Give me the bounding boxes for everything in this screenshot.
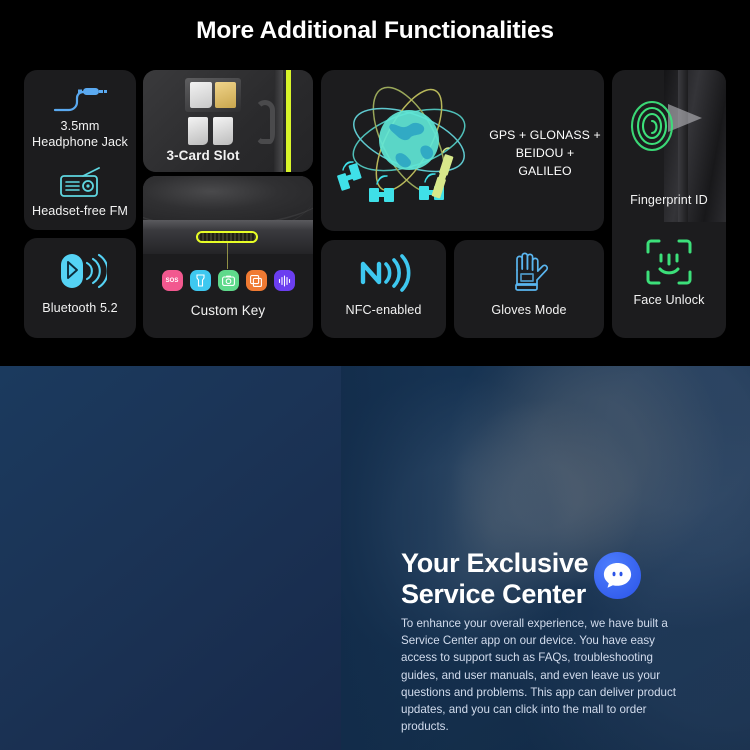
gps-label: GPS + GLONASS + BEIDOU + GALILEO: [489, 126, 601, 180]
fingerprint-icon: [616, 96, 688, 152]
headphone-jack-label-line1: 3.5mm: [60, 119, 100, 133]
sound-recorder-icon[interactable]: [273, 270, 295, 291]
sim-card-tray-icon: [185, 78, 241, 112]
glove-icon: [454, 250, 604, 294]
page-title: More Additional Functionalities: [196, 17, 554, 44]
fm-label: Headset-free FM: [32, 204, 128, 218]
custom-key-icon-row: SOS: [143, 270, 313, 291]
custom-key-button-highlight: [196, 231, 258, 243]
tile-biometrics[interactable]: Fingerprint ID Face Unlock: [612, 70, 726, 338]
tile-gps[interactable]: GPS + GLONASS + BEIDOU + GALILEO: [321, 70, 604, 231]
tile-custom-key[interactable]: SOS Custom Key: [143, 176, 313, 338]
bluetooth-label: Bluetooth 5.2: [42, 301, 118, 315]
card-slot-label: 3-Card Slot: [166, 148, 240, 163]
sos-icon-label: SOS: [165, 277, 179, 284]
features-section: More Additional Functionalities 3.5mm He…: [0, 0, 750, 366]
chat-bubble-icon: [594, 552, 641, 599]
face-unlock-icon: [612, 236, 726, 288]
camera-icon[interactable]: [217, 270, 239, 291]
tile-nfc[interactable]: NFC-enabled: [321, 240, 446, 338]
tile-bluetooth[interactable]: Bluetooth 5.2: [24, 238, 136, 338]
headphone-jack-label: 3.5mm Headphone Jack: [24, 118, 136, 150]
headphone-jack-icon: [24, 82, 136, 116]
service-center-body: To enhance your overall experience, we h…: [401, 617, 676, 734]
custom-key-photo: [143, 176, 313, 254]
sim-card-2: [213, 117, 233, 145]
custom-key-label: Custom Key: [190, 303, 266, 318]
nfc-icon: [321, 254, 446, 292]
screenshot-icon[interactable]: [245, 270, 267, 291]
phone-edge-accent: [286, 70, 291, 172]
phone-speaker-grille: [265, 232, 307, 243]
callout-line: [227, 243, 228, 269]
nfc-label: NFC-enabled: [345, 303, 422, 317]
flashlight-icon[interactable]: [189, 270, 211, 291]
gloves-label: Gloves Mode: [491, 303, 567, 317]
earphone-hook: [255, 100, 275, 144]
face-unlock-label: Face Unlock: [633, 293, 705, 307]
sos-icon[interactable]: SOS: [161, 270, 183, 291]
gps-label-line2: BEIDOU + GALILEO: [515, 146, 575, 178]
phone-edge-dark: [274, 70, 283, 172]
sd-card: [190, 82, 212, 108]
page-root: More Additional Functionalities 3.5mm He…: [0, 0, 750, 750]
tile-audio-features[interactable]: 3.5mm Headphone Jack Headset-free FM: [24, 70, 136, 230]
gps-label-line1: GPS + GLONASS +: [489, 128, 601, 142]
tile-gloves-mode[interactable]: Gloves Mode: [454, 240, 604, 338]
sim-card-gold: [215, 82, 236, 108]
radio-icon: [24, 166, 136, 200]
bluetooth-icon: [24, 252, 136, 290]
tile-card-slot[interactable]: 3-Card Slot: [143, 70, 313, 172]
phone-showcase-panel: [0, 366, 341, 750]
headphone-jack-label-line2: Headphone Jack: [32, 135, 128, 149]
fingerprint-label: Fingerprint ID: [630, 193, 708, 207]
globe-satellites-icon: [337, 86, 466, 202]
sim-card-1: [188, 117, 208, 145]
